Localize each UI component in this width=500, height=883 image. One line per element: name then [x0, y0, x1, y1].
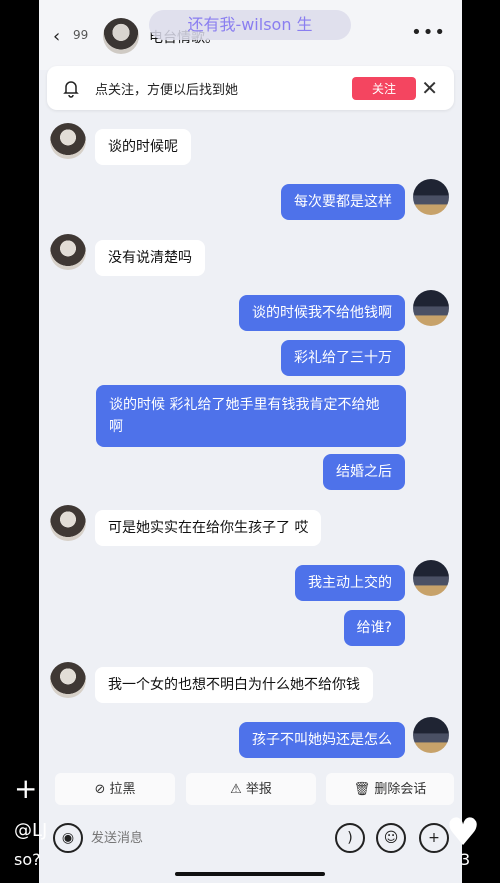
follow-notice: 点关注，方便以后找到她 关注 ✕	[47, 66, 454, 110]
follow-button[interactable]: 关注	[352, 77, 416, 100]
home-indicator	[175, 872, 325, 876]
camera-icon[interactable]: ◉	[53, 823, 83, 853]
heart-icon[interactable]: ♥	[446, 810, 480, 854]
contact-avatar[interactable]	[50, 123, 86, 159]
back-icon[interactable]: ‹	[53, 26, 60, 47]
my-avatar[interactable]	[413, 290, 449, 326]
close-icon[interactable]: ✕	[421, 76, 438, 100]
chat-header: ‹ 99 电台情歌。 还有我-wilson 生 •••	[39, 0, 462, 70]
overlay-caption: 还有我-wilson 生	[149, 10, 351, 40]
my-avatar[interactable]	[413, 179, 449, 215]
message-bubble-sent: 结婚之后	[323, 454, 405, 490]
block-button[interactable]: ⊘ 拉黑	[55, 773, 175, 805]
message-bubble-sent: 我主动上交的	[295, 565, 405, 601]
message-input-bar: ◉ ) ☺ +	[39, 812, 462, 864]
message-bubble-sent: 谈的时候 彩礼给了她手里有钱我肯定不给她啊	[96, 385, 406, 447]
my-avatar[interactable]	[413, 560, 449, 596]
message-bubble-sent: 每次要都是这样	[281, 184, 405, 220]
chat-screen: ‹ 99 电台情歌。 还有我-wilson 生 ••• 点关注，方便以后找到她 …	[39, 0, 462, 883]
warning-icon: ⚠	[230, 782, 242, 797]
message-bubble-sent: 谈的时候我不给他钱啊	[239, 295, 405, 331]
message-bubble-sent: 给谁?	[343, 610, 405, 646]
overlay-handle: @LJ	[14, 820, 48, 841]
message-bubble-received: 可是她实实在在给你生孩子了 哎	[95, 510, 322, 546]
overlay-caption-text: so?	[14, 850, 41, 869]
delete-label: 删除会话	[374, 782, 427, 797]
overlay-count: 3	[460, 850, 471, 869]
report-label: 举报	[245, 782, 272, 797]
my-avatar[interactable]	[413, 717, 449, 753]
delete-chat-button[interactable]: 🗑 删除会话	[326, 773, 454, 805]
emoji-icon[interactable]: ☺	[376, 823, 406, 853]
contact-avatar[interactable]	[50, 662, 86, 698]
message-bubble-received: 没有说清楚吗	[95, 240, 205, 276]
report-button[interactable]: ⚠ 举报	[186, 773, 316, 805]
unread-count: 99	[73, 28, 89, 42]
message-bubble-sent: 孩子不叫她妈还是怎么	[239, 722, 405, 758]
notice-text: 点关注，方便以后找到她	[95, 83, 239, 98]
add-icon[interactable]: +	[419, 823, 449, 853]
message-bubble-received: 我一个女的也想不明白为什么她不给你钱	[95, 667, 373, 703]
chat-actions: ⊘ 拉黑 ⚠ 举报 🗑 删除会话	[39, 773, 462, 807]
message-bubble-received: 谈的时候呢	[95, 129, 191, 165]
block-label: 拉黑	[109, 782, 136, 797]
trash-icon: 🗑	[353, 782, 371, 797]
message-input[interactable]	[89, 826, 333, 850]
contact-avatar[interactable]	[103, 18, 139, 54]
contact-avatar[interactable]	[50, 505, 86, 541]
bell-icon	[63, 81, 79, 98]
block-icon: ⊘	[94, 782, 106, 797]
contact-avatar[interactable]	[50, 234, 86, 270]
more-icon[interactable]: •••	[411, 22, 446, 43]
voice-icon[interactable]: )	[335, 823, 365, 853]
overlay-plus[interactable]: +	[14, 772, 42, 806]
message-bubble-sent: 彩礼给了三十万	[281, 340, 405, 376]
